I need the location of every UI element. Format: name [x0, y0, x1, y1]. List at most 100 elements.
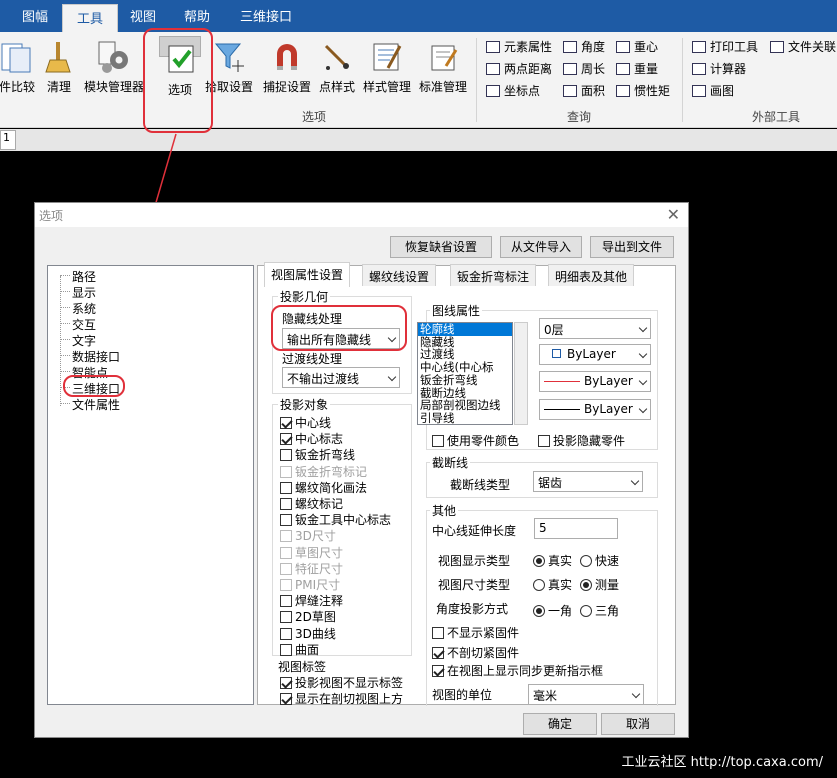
layer-value: 0层	[544, 323, 564, 337]
projection-object-checkbox[interactable]: 2D草图	[280, 608, 336, 625]
projection-object-checkbox[interactable]: 钣金工具中心标志	[280, 511, 391, 528]
section-line-type-select[interactable]: 锯齿	[533, 471, 643, 492]
tab-bom-other[interactable]: 明细表及其他	[548, 264, 635, 286]
projection-object-checkbox[interactable]: 曲面	[280, 641, 319, 658]
projection-object-label: PMI尺寸	[295, 578, 341, 592]
chevron-down-icon	[387, 372, 397, 382]
color-value: ByLayer	[567, 347, 616, 361]
checkbox-icon	[280, 530, 292, 543]
projection-object-checkbox[interactable]: 焊缝注释	[280, 592, 343, 609]
checkbox-icon	[280, 595, 292, 608]
angle-first-radio[interactable]: 一角	[533, 602, 572, 619]
tab-thread-settings[interactable]: 螺纹线设置	[362, 264, 437, 286]
linetype-select[interactable]: ByLayer	[539, 371, 651, 392]
lineweight-select[interactable]: ByLayer	[539, 399, 651, 420]
section-line-title: 截断线	[430, 454, 471, 471]
chevron-down-icon	[630, 476, 640, 486]
linetype-value: ByLayer	[584, 374, 633, 388]
tree-item-text[interactable]: 文字	[72, 332, 96, 349]
export-to-file-button[interactable]: 导出到文件	[590, 236, 674, 258]
checkbox-icon	[280, 498, 292, 510]
use-part-color-label: 使用零件颜色	[447, 434, 520, 448]
view-label-checkbox-2[interactable]: 显示在剖切视图上方	[280, 690, 403, 707]
checkbox-icon	[280, 693, 292, 705]
tab-view-properties[interactable]: 视图属性设置	[264, 262, 351, 287]
color-swatch-icon	[552, 349, 561, 358]
transition-line-select[interactable]: 不输出过渡线	[282, 367, 400, 388]
projection-object-label: 草图尺寸	[295, 545, 344, 560]
tree-connector	[60, 403, 70, 404]
projection-object-label: 钣金工具中心标志	[295, 513, 392, 528]
tab-sheetmetal-bend[interactable]: 钣金折弯标注	[450, 264, 537, 286]
view-label-title: 视图标签	[278, 660, 327, 674]
import-from-file-button[interactable]: 从文件导入	[500, 236, 582, 258]
line-type-list-item[interactable]: 轮廓线	[418, 323, 512, 336]
view-label-option-1: 投影视图不显示标签	[295, 676, 404, 690]
restore-defaults-button[interactable]: 恢复缺省设置	[390, 236, 492, 258]
chevron-down-icon	[638, 349, 648, 359]
tree-item-file-properties[interactable]: 文件属性	[72, 396, 120, 413]
tree-item-display[interactable]: 显示	[72, 284, 96, 301]
projection-object-checkbox[interactable]: 中心标志	[280, 430, 343, 447]
dim-type-measure-label: 测量	[595, 578, 620, 592]
chevron-down-icon	[638, 376, 648, 386]
no-fastener-checkbox[interactable]: 不显示紧固件	[432, 624, 519, 641]
projection-object-checkbox[interactable]: 中心线	[280, 414, 331, 431]
display-type-fast-radio[interactable]: 快速	[580, 552, 619, 569]
tree-item-data-interface[interactable]: 数据接口	[72, 348, 120, 365]
radio-icon	[580, 555, 592, 567]
sync-indicator-checkbox[interactable]: 在视图上显示同步更新指示框	[432, 662, 603, 679]
checkbox-icon	[280, 677, 292, 689]
checkbox-icon	[280, 611, 292, 624]
use-part-color-checkbox[interactable]: 使用零件颜色	[432, 432, 519, 449]
color-select[interactable]: ByLayer	[539, 344, 651, 365]
project-hidden-parts-checkbox[interactable]: 投影隐藏零件	[538, 432, 625, 449]
dim-type-real-label: 真实	[548, 578, 573, 592]
tree-item-path[interactable]: 路径	[72, 268, 96, 285]
layer-select[interactable]: 0层	[539, 318, 651, 339]
view-display-type-label: 视图显示类型	[438, 554, 511, 568]
centerline-extend-label: 中心线延伸长度	[432, 524, 517, 538]
no-cut-fastener-checkbox[interactable]: 不剖切紧固件	[432, 644, 519, 661]
projection-object-checkbox: PMI尺寸	[280, 576, 340, 593]
projection-object-label: 3D尺寸	[295, 529, 336, 544]
projection-object-checkbox[interactable]: 螺纹简化画法	[280, 479, 367, 496]
display-type-real-radio[interactable]: 真实	[533, 552, 572, 569]
projection-object-checkbox[interactable]: 3D曲线	[280, 625, 336, 642]
checkbox-icon	[280, 514, 292, 527]
radio-icon	[580, 605, 592, 617]
ok-button[interactable]: 确定	[523, 713, 597, 735]
close-icon[interactable]: ✕	[667, 205, 680, 224]
view-units-select[interactable]: 毫米	[528, 684, 644, 705]
line-type-list-item[interactable]: 中心线(中心标	[418, 361, 512, 374]
line-list-scrollbar[interactable]	[514, 322, 528, 425]
dim-type-measure-radio[interactable]: 测量	[580, 576, 619, 593]
annotation-highlight-3d-interface	[63, 375, 125, 397]
centerline-extend-input[interactable]: 5	[534, 518, 618, 539]
checkbox-icon	[280, 562, 292, 575]
projection-object-label: 3D曲线	[295, 626, 336, 641]
projection-object-checkbox[interactable]: 钣金折弯线	[280, 446, 355, 463]
watermark-text: 工业云社区 http://top.caxa.com/	[621, 755, 823, 770]
line-type-list-item[interactable]: 引导线	[418, 412, 512, 424]
section-line-type-label: 截断线类型	[450, 478, 511, 492]
tree-connector	[60, 291, 70, 292]
line-type-list-item[interactable]: 钣金折弯线	[418, 374, 512, 387]
display-type-real-label: 真实	[548, 554, 573, 568]
projection-object-label: 曲面	[295, 642, 320, 657]
checkbox-icon	[432, 435, 444, 447]
angle-third-radio[interactable]: 三角	[580, 602, 619, 619]
tree-connector	[60, 339, 70, 340]
tree-item-interaction[interactable]: 交互	[72, 316, 96, 333]
dim-type-real-radio[interactable]: 真实	[533, 576, 572, 593]
projection-object-checkbox[interactable]: 螺纹标记	[280, 495, 343, 512]
cancel-button[interactable]: 取消	[601, 713, 675, 735]
linetype-preview-icon	[544, 381, 580, 382]
projection-object-checkbox: 钣金折弯标记	[280, 463, 367, 480]
tree-item-system[interactable]: 系统	[72, 300, 96, 317]
line-type-list[interactable]: 轮廓线 隐藏线 过渡线 中心线(中心标 钣金折弯线 截断边线 局部剖视图边线 引导线	[417, 322, 513, 425]
no-cut-fastener-label: 不剖切紧固件	[447, 646, 520, 660]
chevron-down-icon	[638, 323, 648, 333]
projection-object-label: 螺纹标记	[295, 497, 344, 511]
view-label-checkbox-1[interactable]: 投影视图不显示标签	[280, 674, 403, 691]
